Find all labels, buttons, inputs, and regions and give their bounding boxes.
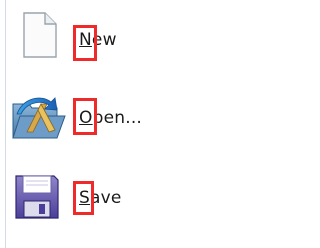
menu-item-new-label: New xyxy=(79,30,117,50)
menu-item-save-label: Save xyxy=(79,188,122,208)
accelerator-key-save: S xyxy=(79,188,90,208)
accelerator-key-new: N xyxy=(79,30,92,50)
menu-item-open-text: pen... xyxy=(92,108,143,128)
menu-item-save-text: ave xyxy=(90,188,122,208)
floppy-disk-icon xyxy=(12,172,62,222)
open-folder-icon xyxy=(11,92,67,142)
menu-item-open-label: Open... xyxy=(79,108,142,128)
menu-item-new-text: ew xyxy=(91,30,117,50)
menu-item-save[interactable]: Save xyxy=(0,164,247,228)
new-document-icon xyxy=(12,10,62,60)
menu-item-open[interactable]: Open... xyxy=(0,88,247,152)
accelerator-key-open: O xyxy=(79,108,93,128)
file-menu: New Open... Save xyxy=(0,0,247,248)
menu-item-new[interactable]: New xyxy=(0,8,247,72)
